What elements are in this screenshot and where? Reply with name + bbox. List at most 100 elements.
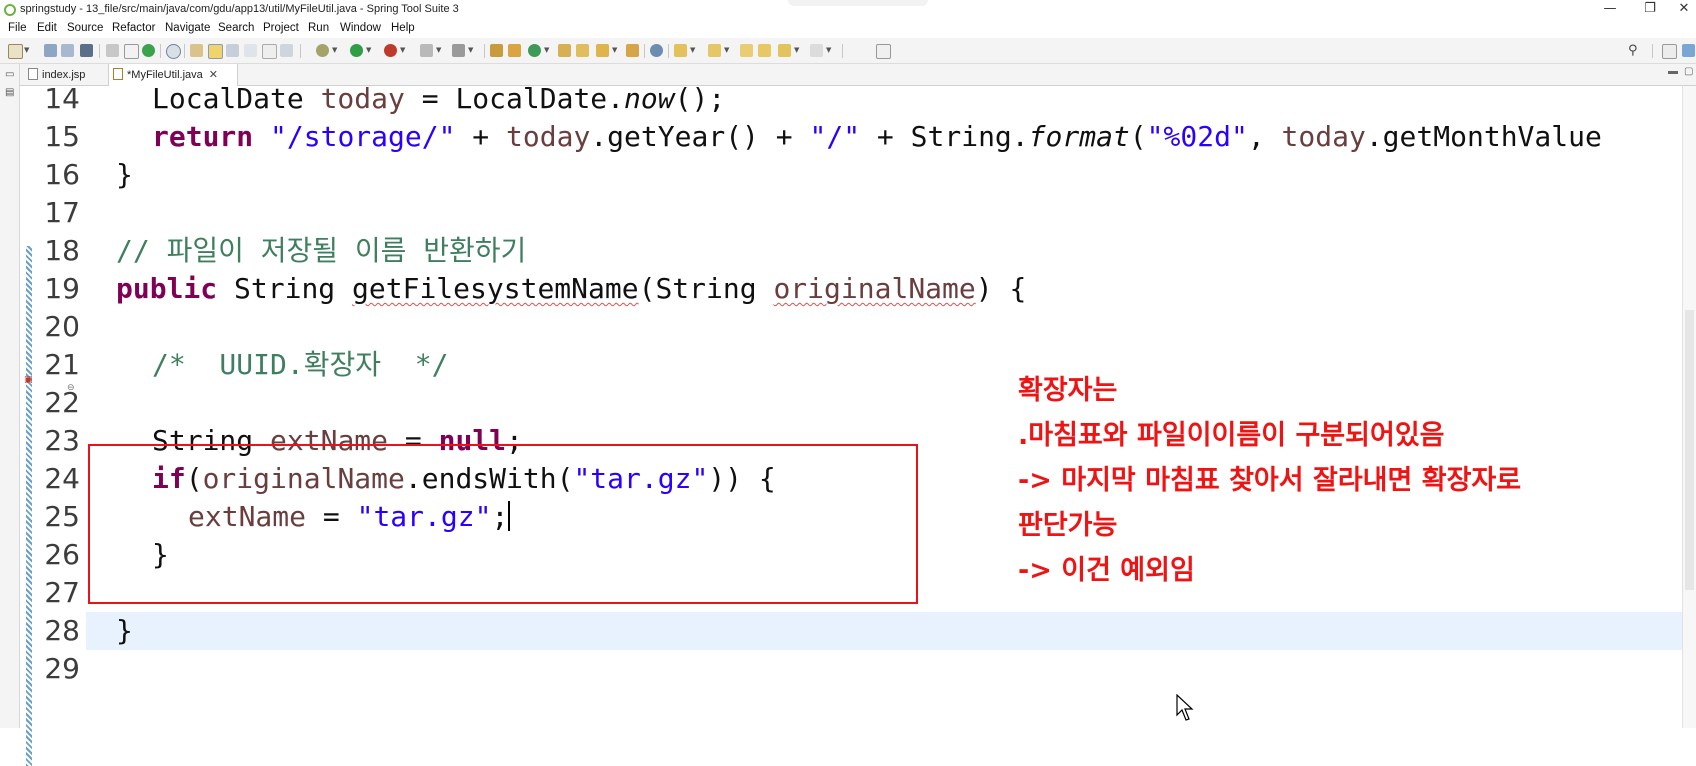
- last-edit-location-icon[interactable]: [740, 44, 753, 57]
- open-folder-icon[interactable]: [626, 44, 639, 57]
- open-perspective-icon[interactable]: [1662, 44, 1677, 59]
- menu-search[interactable]: Search: [218, 22, 254, 34]
- debug-icon[interactable]: [142, 44, 155, 57]
- toolbar-separator: [644, 44, 645, 58]
- menu-run[interactable]: Run: [308, 22, 329, 34]
- pin-editor-icon[interactable]: [876, 44, 891, 59]
- toolbar-separator: [99, 44, 100, 58]
- minimize-editor-icon[interactable]: ▬: [1668, 66, 1678, 77]
- toolbar-separator: [160, 44, 161, 58]
- back-icon[interactable]: [778, 44, 791, 57]
- search-task-icon[interactable]: [576, 44, 589, 57]
- menu-refactor[interactable]: Refactor: [112, 22, 155, 34]
- back-history-icon[interactable]: [758, 44, 771, 57]
- toolbar-separator: [842, 44, 843, 58]
- restore-view-icon[interactable]: ▭: [5, 70, 15, 80]
- overview-ruler[interactable]: [1682, 86, 1696, 728]
- minimize-button[interactable]: —: [1590, 0, 1630, 20]
- last-edit-icon[interactable]: [280, 44, 293, 57]
- forward-icon[interactable]: [810, 44, 823, 57]
- new-java-project-icon[interactable]: [490, 44, 503, 57]
- menu-window[interactable]: Window: [340, 22, 381, 34]
- mouse-pointer-icon: [1176, 694, 1194, 721]
- scrollbar-thumb[interactable]: [1685, 310, 1694, 590]
- title-bar: springstudy - 13_file/src/main/java/com/…: [0, 0, 1696, 20]
- globe-icon[interactable]: [650, 44, 663, 57]
- new-class-icon[interactable]: [528, 44, 541, 57]
- menu-file[interactable]: File: [8, 22, 27, 34]
- save-all-icon[interactable]: [61, 44, 74, 57]
- line-number: 19: [44, 272, 80, 305]
- spring-icon[interactable]: [596, 44, 609, 57]
- new-icon[interactable]: [8, 44, 23, 59]
- line-number: 21: [44, 348, 80, 381]
- coverage-icon[interactable]: [420, 44, 433, 57]
- annotation-line: 확장자는: [1018, 375, 1118, 406]
- chevron-down-icon[interactable]: ▼: [332, 46, 337, 54]
- left-trim-bar: ▭ ▤: [0, 64, 20, 728]
- code-line-18: // 파일이 저장될 이름 반환하기: [116, 234, 527, 267]
- maximize-editor-icon[interactable]: ▢: [1684, 66, 1693, 77]
- search-icon[interactable]: ⚲: [1628, 44, 1641, 57]
- open-type-icon[interactable]: [190, 44, 203, 57]
- window-title: springstudy - 13_file/src/main/java/com/…: [20, 3, 459, 15]
- external-tools-icon[interactable]: [384, 44, 397, 57]
- code-line-14: LocalDate today = LocalDate.now();: [152, 82, 726, 115]
- annotation-line: .마침표와 파일이이름이 구분되어있음: [1018, 420, 1445, 451]
- line-number: 26: [44, 538, 80, 571]
- annotation-line: 판단가능: [1018, 510, 1118, 541]
- fold-collapse-icon[interactable]: ⊖: [67, 383, 75, 393]
- chevron-down-icon[interactable]: ▼: [724, 46, 729, 54]
- chevron-down-icon[interactable]: ▼: [794, 46, 799, 54]
- line-number: 23: [44, 424, 80, 457]
- line-number: 14: [44, 82, 80, 115]
- block-selection-icon[interactable]: [226, 44, 239, 57]
- code-line-28: }: [116, 614, 133, 647]
- chevron-down-icon[interactable]: ▼: [400, 46, 405, 54]
- line-number: 20: [44, 310, 80, 343]
- run-icon[interactable]: [350, 44, 363, 57]
- main-toolbar: ▼ ▼ ▼ ▼ ▼ ▼ ▼ ▼ ▼ ▼ ▼ ▼ ⚲: [0, 38, 1696, 64]
- package-explorer-icon[interactable]: ▤: [5, 88, 15, 98]
- java-perspective-icon[interactable]: [1682, 44, 1695, 57]
- chevron-down-icon[interactable]: ▼: [690, 46, 695, 54]
- line-number: 25: [44, 500, 80, 533]
- code-line-16: }: [116, 158, 133, 191]
- line-number: 17: [44, 196, 80, 229]
- refresh-icon[interactable]: [166, 44, 181, 59]
- chevron-down-icon[interactable]: ▼: [366, 46, 371, 54]
- line-number: 16: [44, 158, 80, 191]
- show-paragraph-icon[interactable]: [262, 44, 277, 59]
- toolbar-separator: [184, 44, 185, 58]
- annotation-line: -> 마지막 마침표 찾아서 잘라내면 확장자로: [1018, 465, 1522, 496]
- print-icon[interactable]: [80, 44, 93, 57]
- menu-edit[interactable]: Edit: [37, 22, 57, 34]
- server-icon[interactable]: [452, 44, 465, 57]
- skip-breakpoints-icon[interactable]: [124, 44, 139, 59]
- menu-navigate[interactable]: Navigate: [165, 22, 210, 34]
- toolbar-separator: [484, 44, 485, 58]
- code-line-15: return "/storage/" + today.getYear() + "…: [152, 120, 1602, 153]
- open-task-icon[interactable]: [558, 44, 571, 57]
- chevron-down-icon[interactable]: ▼: [436, 46, 441, 54]
- toggle-whitespace-icon[interactable]: [244, 44, 257, 57]
- menu-help[interactable]: Help: [391, 22, 415, 34]
- toggle-breakpoint-icon[interactable]: [106, 44, 119, 57]
- next-annotation-icon[interactable]: [674, 44, 687, 57]
- jsp-file-icon: [28, 68, 38, 80]
- save-icon[interactable]: [44, 44, 57, 57]
- prev-annotation-icon[interactable]: [708, 44, 721, 57]
- chevron-down-icon[interactable]: ▼: [826, 46, 831, 54]
- mark-occurrences-icon[interactable]: [208, 44, 223, 59]
- debug-run-icon[interactable]: [316, 44, 329, 57]
- close-button[interactable]: ✕: [1664, 0, 1696, 20]
- new-package-icon[interactable]: [508, 44, 521, 57]
- menu-source[interactable]: Source: [67, 22, 103, 34]
- warning-marker-icon[interactable]: ▣: [24, 376, 33, 385]
- line-number: 15: [44, 120, 80, 153]
- chevron-down-icon[interactable]: ▼: [544, 46, 549, 54]
- chevron-down-icon[interactable]: ▼: [468, 46, 473, 54]
- chevron-down-icon[interactable]: ▼: [24, 46, 29, 54]
- chevron-down-icon[interactable]: ▼: [612, 46, 617, 54]
- menu-project[interactable]: Project: [263, 22, 299, 34]
